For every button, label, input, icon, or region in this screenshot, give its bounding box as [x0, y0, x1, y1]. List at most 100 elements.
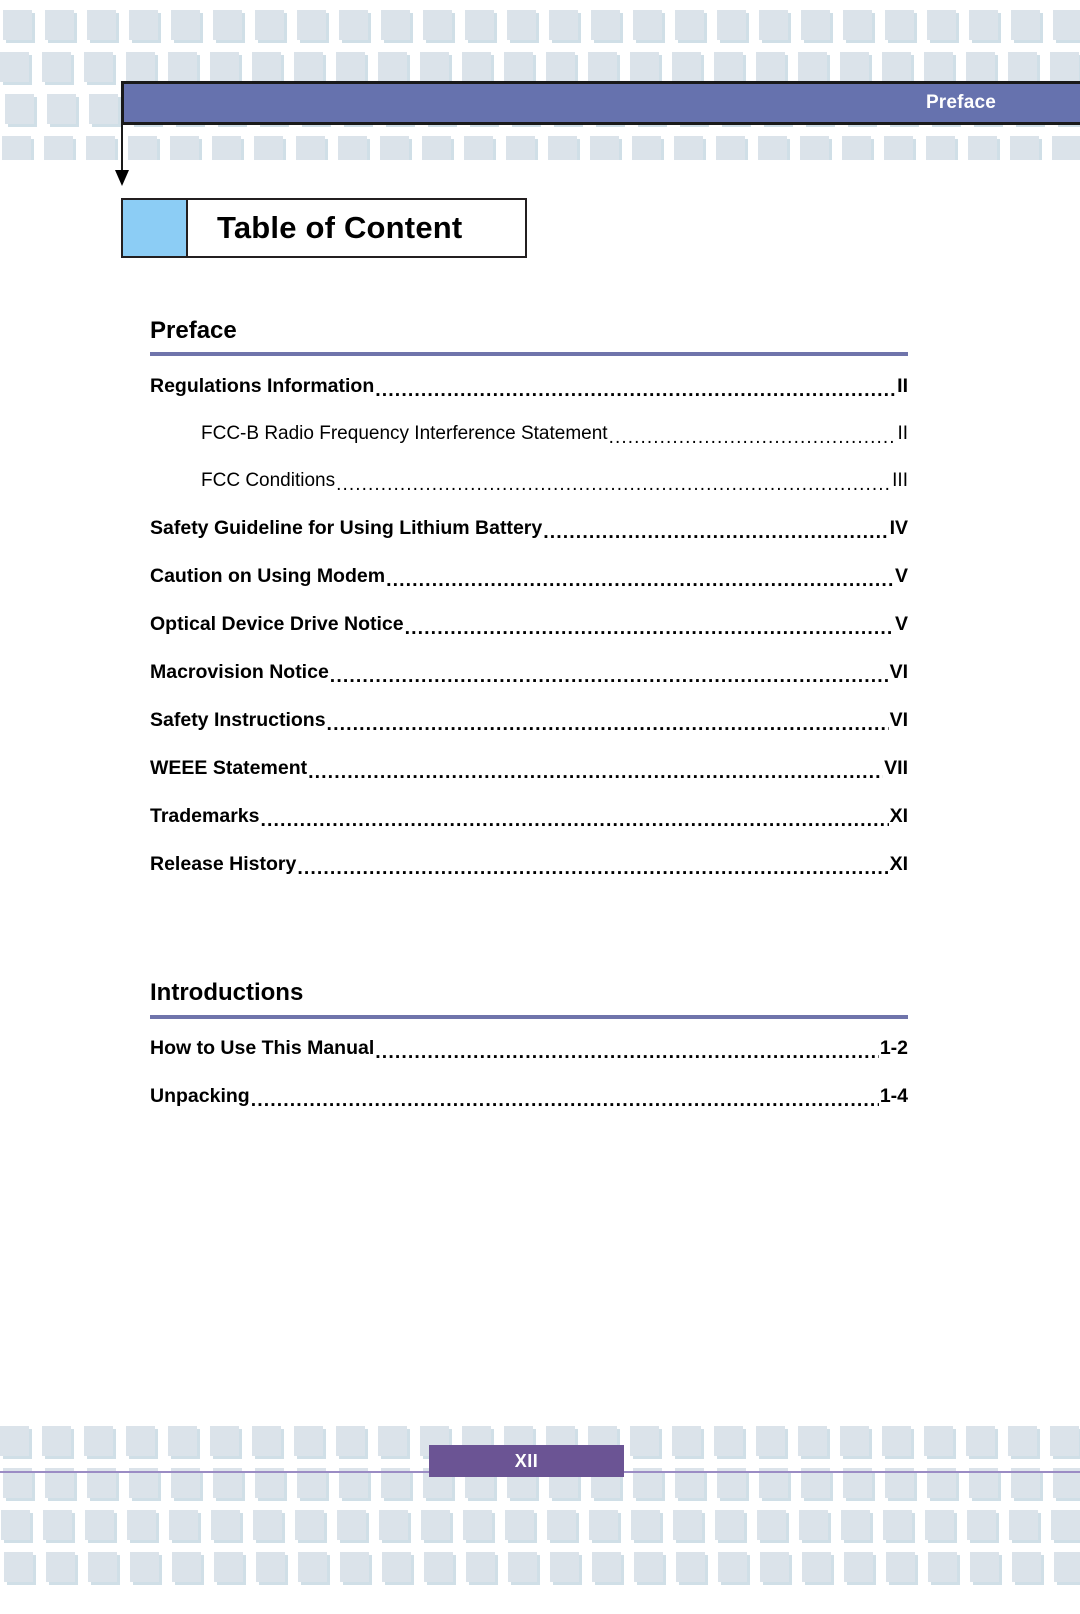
- toc-entry[interactable]: Safety Guideline for Using Lithium Batte…: [150, 504, 908, 552]
- pattern-square: [757, 1510, 786, 1540]
- pattern-square: [925, 1510, 954, 1540]
- toc-entry[interactable]: FCC-B Radio Frequency Interference State…: [150, 410, 908, 457]
- arrow-down-icon: [115, 122, 129, 186]
- toc-entry[interactable]: Trademarks XI: [150, 792, 908, 840]
- pattern-square: [2, 136, 31, 160]
- toc-section-heading: Introductions: [150, 979, 304, 1007]
- toc-entry[interactable]: How to Use This Manual 1-2: [150, 1025, 908, 1073]
- toc-entry-page: VI: [889, 708, 908, 731]
- title-color-swatch: [123, 200, 188, 256]
- pattern-square: [129, 10, 158, 40]
- page-title-box: Table of Content: [121, 198, 527, 258]
- pattern-square: [252, 1426, 281, 1456]
- pattern-square: [421, 1510, 450, 1540]
- toc-entry[interactable]: FCC Conditions III: [150, 457, 908, 504]
- pattern-square: [630, 1426, 659, 1456]
- toc-entry-label: FCC-B Radio Frequency Interference State…: [201, 422, 608, 444]
- toc-section-heading: Preface: [150, 317, 237, 344]
- pattern-square: [211, 1510, 240, 1540]
- document-page: Preface Table of Content Preface Regulati…: [0, 0, 1080, 1614]
- pattern-square: [1011, 10, 1040, 40]
- pattern-square: [422, 136, 451, 160]
- pattern-square: [506, 136, 535, 160]
- toc-section-rule: [150, 1014, 908, 1019]
- pattern-square: [798, 52, 827, 82]
- toc-entry-page: VII: [884, 756, 908, 779]
- pattern-square: [970, 1552, 999, 1582]
- pattern-square: [1, 1510, 30, 1540]
- pattern-square: [462, 52, 491, 82]
- header-chapter-label: Preface: [925, 92, 996, 113]
- pattern-square: [254, 136, 283, 160]
- pattern-square: [47, 94, 76, 124]
- pattern-square: [844, 1552, 873, 1582]
- toc-entry-label: How to Use This Manual: [150, 1037, 375, 1060]
- toc-entry[interactable]: Release History XI: [150, 840, 908, 888]
- toc-entry-label: Macrovision Notice: [150, 660, 329, 683]
- toc-entry[interactable]: Caution on Using Modem V: [150, 552, 908, 600]
- toc-entry-label: Safety Instructions: [150, 708, 326, 731]
- pattern-square: [210, 52, 239, 82]
- pattern-square: [169, 1510, 198, 1540]
- pattern-square: [802, 1552, 831, 1582]
- pattern-square: [3, 10, 32, 40]
- pattern-row: [4, 1552, 1080, 1594]
- toc-entry[interactable]: WEEE Statement VII: [150, 744, 908, 792]
- toc-entry[interactable]: Unpacking 1-4: [150, 1073, 908, 1121]
- toc-entry-page: II: [897, 374, 908, 397]
- pattern-square: [0, 1426, 29, 1456]
- pattern-square: [592, 1552, 621, 1582]
- toc-entry[interactable]: Regulations Information II: [150, 362, 908, 410]
- pattern-square: [296, 136, 325, 160]
- pattern-square: [1008, 52, 1037, 82]
- pattern-square: [548, 136, 577, 160]
- pattern-square: [550, 1552, 579, 1582]
- pattern-square: [547, 1510, 576, 1540]
- toc-leader-dots: [386, 569, 894, 592]
- pattern-square: [508, 1552, 537, 1582]
- pattern-square: [760, 1552, 789, 1582]
- pattern-square: [549, 10, 578, 40]
- pattern-square: [884, 136, 913, 160]
- pattern-square: [966, 52, 995, 82]
- pattern-square: [171, 10, 200, 40]
- pattern-square: [672, 1426, 701, 1456]
- pattern-square: [758, 136, 787, 160]
- pattern-square: [756, 52, 785, 82]
- toc-entry[interactable]: Safety Instructions VI: [150, 696, 908, 744]
- toc-entry[interactable]: Macrovision Notice VI: [150, 648, 908, 696]
- pattern-square: [252, 52, 281, 82]
- pattern-square: [801, 10, 830, 40]
- pattern-square: [1052, 136, 1080, 160]
- pattern-square: [886, 1552, 915, 1582]
- pattern-square: [339, 10, 368, 40]
- pattern-square: [84, 1426, 113, 1456]
- toc-entry[interactable]: Optical Device Drive Notice V: [150, 600, 908, 648]
- pattern-square: [589, 1510, 618, 1540]
- pattern-square: [504, 52, 533, 82]
- pattern-square: [634, 1552, 663, 1582]
- pattern-square: [966, 1426, 995, 1456]
- toc-entry-page: 1-4: [879, 1085, 908, 1108]
- pattern-square: [213, 10, 242, 40]
- toc-leader-dots: [330, 665, 889, 688]
- toc-leader-dots: [308, 761, 883, 784]
- pattern-square: [466, 1552, 495, 1582]
- toc-entry-label: Optical Device Drive Notice: [150, 612, 404, 635]
- pattern-square: [126, 52, 155, 82]
- toc-entry-page: V: [894, 612, 908, 635]
- pattern-square: [756, 1426, 785, 1456]
- pattern-square: [424, 1552, 453, 1582]
- pattern-square: [1050, 1426, 1079, 1456]
- pattern-square: [882, 1426, 911, 1456]
- pattern-square: [715, 1510, 744, 1540]
- toc-entry-page: XI: [889, 804, 908, 827]
- pattern-square: [256, 1552, 285, 1582]
- pattern-row: [2, 136, 1080, 160]
- toc-entry-page: 1-2: [879, 1037, 908, 1060]
- pattern-square: [1008, 1426, 1037, 1456]
- pattern-square: [464, 136, 493, 160]
- pattern-square: [420, 52, 449, 82]
- pattern-square: [46, 1552, 75, 1582]
- pattern-square: [1051, 1510, 1080, 1540]
